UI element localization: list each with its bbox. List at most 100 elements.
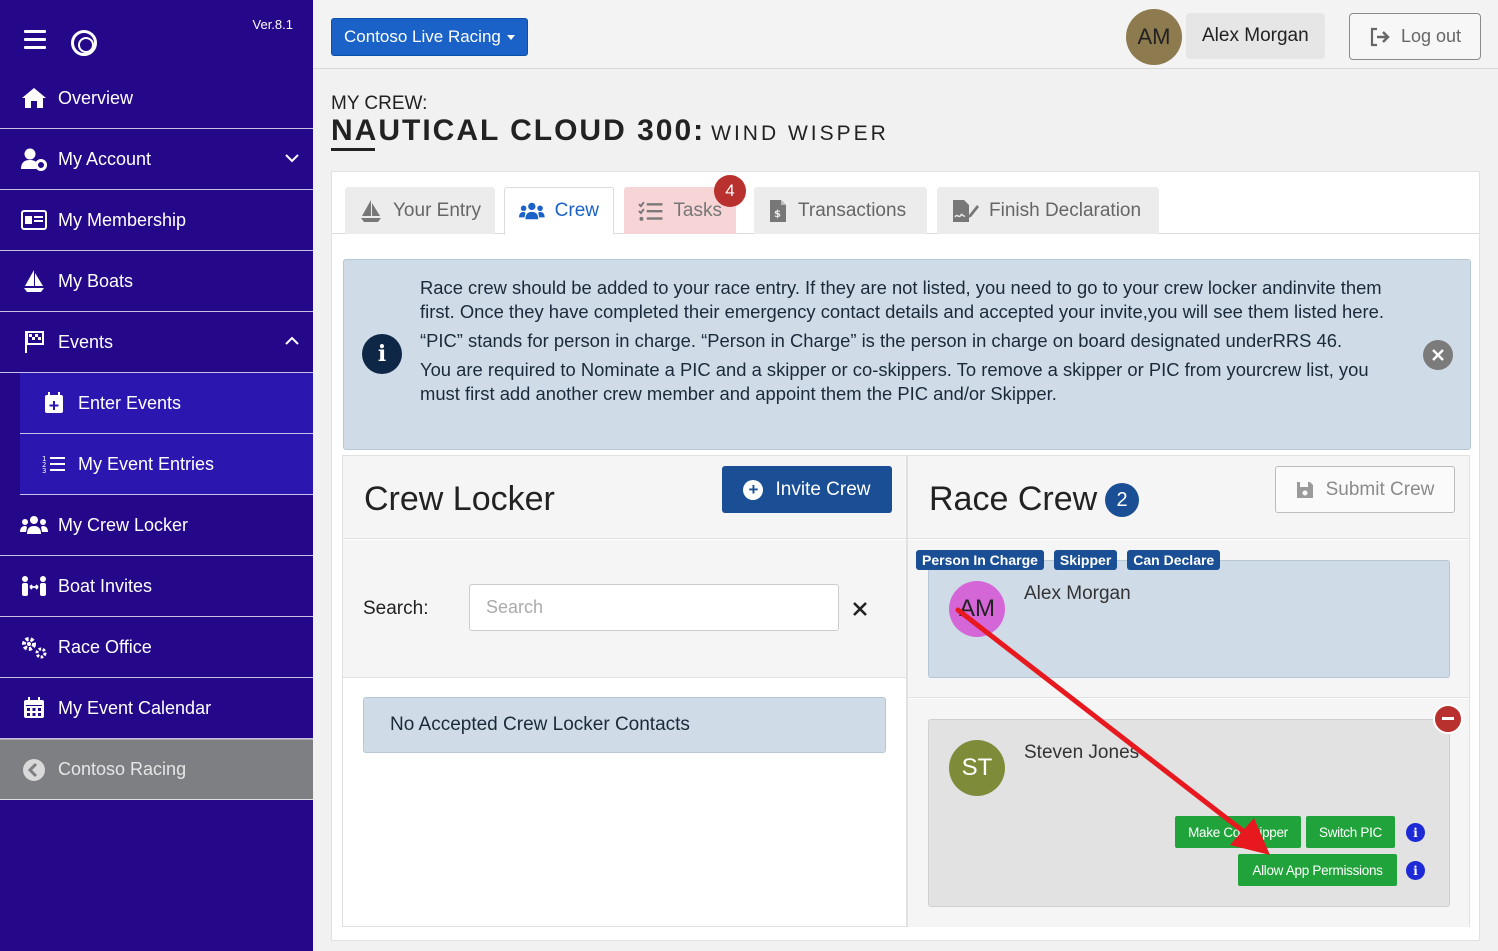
version-label: Ver.8.1: [252, 17, 293, 32]
info-alert: i Race crew should be added to your race…: [343, 259, 1471, 450]
flag-icon: [20, 330, 48, 354]
calendar-plus-icon: [40, 391, 68, 415]
tab-finish-declaration[interactable]: Finish Declaration: [937, 187, 1159, 234]
clear-search-icon[interactable]: [853, 596, 867, 622]
sidebar-item-my-event-entries[interactable]: 123 My Event Entries: [20, 434, 313, 495]
sidebar-item-label: Events: [58, 331, 114, 352]
remove-crew-button[interactable]: [1433, 704, 1463, 734]
crew-locker-panel: Crew Locker + Invite Crew Search: No Acc…: [342, 455, 907, 927]
alert-text: Race crew should be added to your race e…: [420, 276, 1410, 411]
sign-out-icon: [1370, 27, 1390, 46]
crew-locker-header: Crew Locker + Invite Crew: [343, 456, 906, 539]
race-crew-count-badge: 2: [1105, 483, 1139, 517]
save-icon: [1296, 481, 1313, 498]
tab-transactions[interactable]: $ Transactions: [754, 187, 927, 234]
role-badge-pic: Person In Charge: [916, 550, 1044, 570]
caret-down-icon: [506, 34, 515, 40]
tab-your-entry[interactable]: Your Entry: [345, 187, 495, 234]
sidebar-item-race-office[interactable]: Race Office: [0, 617, 313, 678]
sidebar-item-contoso-racing[interactable]: Contoso Racing: [0, 739, 313, 800]
svg-text:$: $: [774, 209, 781, 220]
tab-label: Tasks: [673, 199, 722, 221]
minus-icon: [1442, 717, 1454, 720]
boat-name: WIND WISPER: [711, 122, 889, 145]
search-label: Search:: [363, 598, 429, 619]
home-icon: [20, 86, 48, 110]
gears-icon: [20, 635, 48, 659]
sidebar-item-label: Overview: [58, 87, 134, 108]
sidebar-item-my-account[interactable]: My Account: [0, 129, 313, 190]
invite-crew-button[interactable]: + Invite Crew: [722, 466, 892, 513]
id-card-icon: [20, 208, 48, 232]
info-icon[interactable]: i: [1406, 823, 1425, 842]
alert-paragraph: Race crew should be added to your race e…: [420, 277, 1384, 322]
sidebar-item-overview[interactable]: Overview: [0, 68, 313, 129]
user-avatar[interactable]: AM: [1126, 9, 1182, 65]
crew-member-card: ST Steven Jones Make Co-Skipper Switch P…: [928, 719, 1450, 907]
sidebar-item-my-crew-locker[interactable]: My Crew Locker: [0, 495, 313, 556]
crew-member-name: Steven Jones: [1024, 742, 1140, 763]
sidebar-item-label: My Crew Locker: [58, 514, 189, 535]
allow-app-permissions-button[interactable]: Allow App Permissions: [1238, 854, 1397, 886]
empty-state-message: No Accepted Crew Locker Contacts: [363, 697, 886, 753]
close-alert-button[interactable]: [1423, 340, 1453, 370]
invite-crew-label: Invite Crew: [775, 478, 871, 500]
tab-label: Your Entry: [393, 199, 482, 221]
site-selector-dropdown[interactable]: Contoso Live Racing: [331, 18, 528, 56]
crew-member-section: AM Alex Morgan Person In Charge Skipper …: [908, 540, 1469, 698]
hamburger-menu-icon[interactable]: [24, 30, 46, 54]
plus-circle-icon: +: [743, 479, 764, 500]
sailboat-icon: [361, 199, 381, 222]
top-bar: Contoso Live Racing AM Alex Morgan Log o…: [313, 0, 1498, 69]
tasks-list-icon: [638, 201, 663, 221]
tab-crew[interactable]: Crew: [504, 187, 614, 235]
tab-bar: Your Entry Crew Tasks 4 $ Transactions F…: [332, 172, 1479, 235]
page-subtitle: MY CREW:: [331, 93, 428, 114]
search-row: Search:: [343, 540, 906, 678]
user-name-button[interactable]: Alex Morgan: [1186, 13, 1325, 59]
crew-card: Your Entry Crew Tasks 4 $ Transactions F…: [331, 171, 1480, 941]
user-gear-icon: [20, 147, 48, 171]
tasks-count-badge: 4: [714, 175, 746, 207]
alert-paragraph: “PIC” stands for person in charge. “Pers…: [420, 330, 1343, 351]
switch-pic-button[interactable]: Switch PIC: [1306, 816, 1395, 848]
chevron-down-icon: [285, 154, 299, 163]
tab-label: Finish Declaration: [989, 199, 1142, 221]
svg-text:3: 3: [42, 467, 46, 474]
sidebar-item-label: My Account: [58, 148, 152, 169]
crew-member-card: AM Alex Morgan: [928, 560, 1450, 678]
crew-locker-title: Crew Locker: [364, 480, 555, 518]
sidebar-item-label: My Membership: [58, 209, 187, 230]
calendar-icon: [20, 696, 48, 720]
sidebar-item-enter-events[interactable]: Enter Events: [20, 373, 313, 434]
avatar: ST: [949, 740, 1005, 796]
crew-member-section: ST Steven Jones Make Co-Skipper Switch P…: [908, 699, 1469, 927]
sailboat-icon: [20, 269, 48, 293]
submit-crew-button[interactable]: Submit Crew: [1275, 466, 1455, 513]
sidebar-item-events[interactable]: Events: [0, 312, 313, 373]
race-crew-title: Race Crew: [929, 480, 1098, 518]
users-icon: [20, 513, 48, 537]
sidebar-item-boat-invites[interactable]: Boat Invites: [0, 556, 313, 617]
make-co-skipper-button[interactable]: Make Co-Skipper: [1175, 816, 1301, 848]
sidebar-item-my-membership[interactable]: My Membership: [0, 190, 313, 251]
tab-tasks[interactable]: Tasks 4: [624, 175, 746, 234]
site-selector-label: Contoso Live Racing: [344, 27, 501, 46]
search-input[interactable]: [469, 584, 839, 631]
close-icon: [1432, 349, 1444, 361]
logout-button[interactable]: Log out: [1349, 13, 1481, 60]
sidebar-item-label: Race Office: [58, 636, 152, 657]
file-invoice-icon: $: [770, 199, 786, 222]
sidebar-item-my-event-calendar[interactable]: My Event Calendar: [0, 678, 313, 739]
people-arrows-icon: [20, 574, 48, 598]
sidebar-item-label: Boat Invites: [58, 575, 153, 596]
logout-label: Log out: [1400, 26, 1462, 46]
sidebar-item-my-boats[interactable]: My Boats: [0, 251, 313, 312]
sidebar: Ver.8.1 Overview My Account My Membershi…: [0, 0, 313, 951]
info-icon[interactable]: i: [1406, 861, 1425, 880]
avatar: AM: [949, 581, 1005, 637]
role-badge-skipper: Skipper: [1053, 550, 1118, 570]
sidebar-item-label: My Boats: [58, 270, 134, 291]
app-logo-icon[interactable]: [71, 30, 97, 56]
list-ordered-icon: 123: [40, 452, 68, 476]
